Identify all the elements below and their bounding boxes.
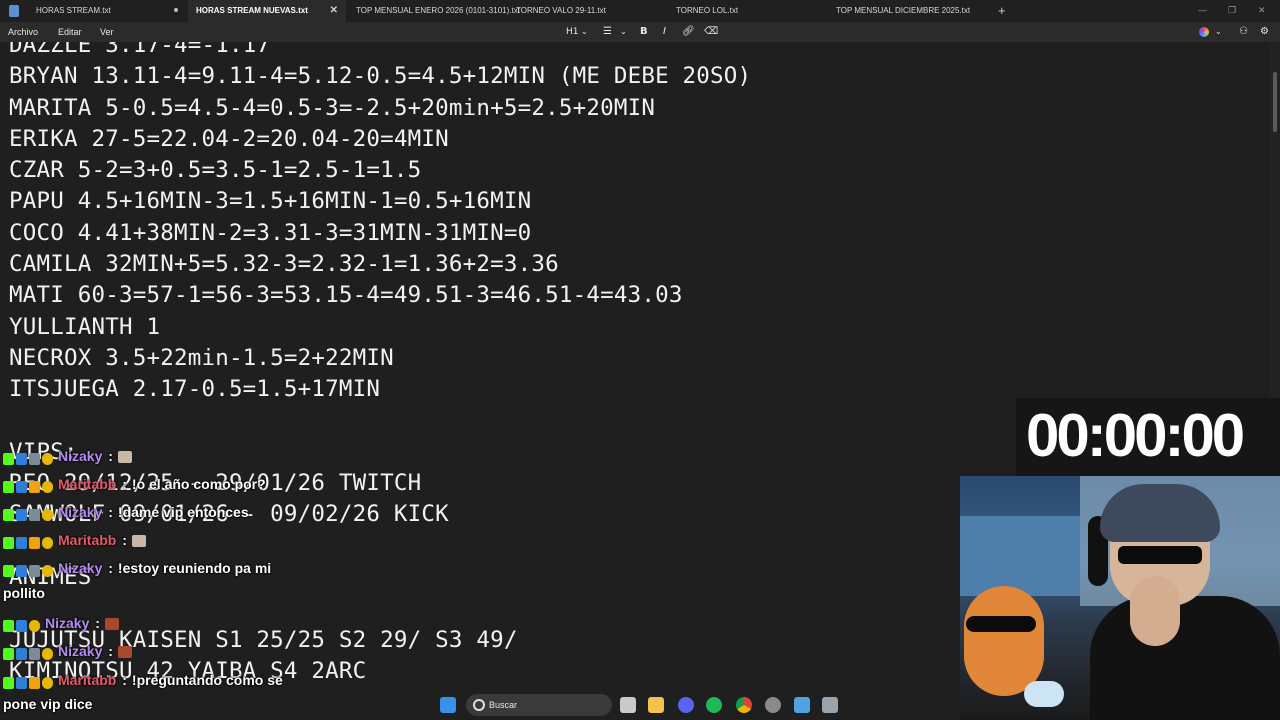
editor-line: ERIKA 27-5=22.04-2=20.04-20=4MIN	[9, 125, 449, 152]
editor-content: DAZZLE 3.17-4=-1.17 BRYAN 13.11-4=9.11-4=…	[9, 42, 751, 687]
tab-torneo-lol[interactable]: TORNEO LOL.txt	[668, 0, 828, 22]
editor-line: MATI 60-3=57-1=56-3=53.15-4=49.51-3=46.5…	[9, 282, 683, 309]
streamer-body	[1090, 596, 1280, 720]
sunglasses	[1118, 546, 1202, 564]
editor-line: REO 29/12/25 - 29/01/26 TWITCH	[9, 470, 422, 497]
streamer-hand	[1130, 576, 1180, 646]
chevron-down-icon[interactable]: ⌄	[581, 22, 588, 42]
notepad-app-icon	[9, 5, 19, 17]
editor-line: ANIMES	[9, 564, 92, 591]
streamer-hair	[1100, 484, 1220, 542]
editor-line	[9, 406, 751, 437]
list-icon[interactable]: ☰	[603, 22, 612, 42]
computer-mouse	[1024, 681, 1064, 707]
editor-line: COCO 4.41+38MIN-2=3.31-3=31MIN-31MIN=0	[9, 219, 532, 246]
editor-line: CZAR 5-2=3+0.5=3.5-1=2.5-1=1.5	[9, 157, 422, 184]
editor-line: VIPS:	[9, 438, 78, 465]
editor-line: SAMWOLF 09/01/26 - 09/02/26 KICK	[9, 501, 449, 528]
menu-bar: Archivo Editar Ver H1 ⌄ ☰ ⌄ B I 🔗︎ ⌫ ⌄ ⚇…	[0, 22, 1280, 42]
taskbar	[430, 690, 960, 720]
menu-archivo[interactable]: Archivo	[8, 22, 38, 42]
tab-label: TOP MENSUAL DICIEMBRE 2025.txt	[836, 6, 971, 15]
copilot-icon[interactable]	[1199, 27, 1209, 37]
settings-gear-icon[interactable]: ⚙	[1260, 22, 1269, 42]
editor-line: NECROX 3.5+22min-1.5=2+22MIN	[9, 344, 394, 371]
scroll-thumb[interactable]	[1273, 72, 1277, 132]
tab-bar: HORAS STREAM.txt HORAS STREAM NUEVAS.txt…	[0, 0, 1280, 22]
plush-toy	[964, 586, 1044, 696]
chevron-down-icon[interactable]: ⌄	[1215, 22, 1222, 42]
editor-line	[9, 593, 751, 624]
tab-torneo-valo[interactable]: TORNEO VALO 29-11.txt	[508, 0, 668, 22]
chrome-icon[interactable]	[736, 697, 752, 713]
calculator-icon[interactable]	[822, 697, 838, 713]
editor-line	[9, 531, 751, 562]
tab-horas-stream[interactable]: HORAS STREAM.txt	[28, 0, 188, 22]
stream-timer: 00:00:00	[1026, 402, 1245, 469]
menu-editar[interactable]: Editar	[58, 22, 82, 42]
close-window-icon[interactable]: ✕	[1258, 0, 1266, 22]
heading-dropdown[interactable]: H1	[566, 22, 579, 42]
notepad-icon[interactable]	[794, 697, 810, 713]
editor-line: YULLIANTH 1	[9, 313, 161, 340]
bold-button[interactable]: B	[640, 22, 648, 42]
editor-line: MARITA 5-0.5=4.5-4=0.5-3=-2.5+20min+5=2.…	[9, 94, 656, 121]
tab-top-mensual-enero[interactable]: TOP MENSUAL ENERO 2026 (0101-3101).txt	[348, 0, 520, 22]
obs-icon[interactable]	[765, 697, 781, 713]
task-view-icon[interactable]	[620, 697, 636, 713]
menu-ver[interactable]: Ver	[100, 22, 114, 42]
clear-format-icon[interactable]: ⌫	[704, 22, 718, 42]
tab-label: HORAS STREAM NUEVAS.txt	[196, 6, 308, 15]
editor-line: PAPU 4.5+16MIN-3=1.5+16MIN-1=0.5+16MIN	[9, 188, 532, 215]
tab-label: TORNEO LOL.txt	[676, 6, 739, 15]
close-tab-icon[interactable]: ✕	[330, 0, 338, 22]
maximize-icon[interactable]: ❐	[1228, 0, 1236, 22]
discord-icon[interactable]	[678, 697, 694, 713]
tab-label: TORNEO VALO 29-11.txt	[516, 6, 606, 15]
minimize-icon[interactable]: —	[1198, 0, 1207, 22]
editor-line: JUJUTSU KAISEN S1 25/25 S2 29/ S3 49/	[9, 626, 518, 653]
editor-line: CAMILA 32MIN+5=5.32-3=2.32-1=1.36+2=3.36	[9, 251, 559, 278]
tab-label: TOP MENSUAL ENERO 2026 (0101-3101).txt	[356, 6, 520, 15]
chevron-down-icon[interactable]: ⌄	[620, 22, 627, 42]
spotify-icon[interactable]	[706, 697, 722, 713]
editor-line: ITSJUEGA 2.17-0.5=1.5+17MIN	[9, 376, 381, 403]
tab-label: HORAS STREAM.txt	[36, 6, 111, 15]
account-icon[interactable]: ⚇	[1239, 22, 1248, 42]
tab-horas-stream-nuevas[interactable]: HORAS STREAM NUEVAS.txt ✕	[188, 0, 346, 22]
editor-line: KIMINOTSU 42 YAIBA S4 2ARC	[9, 657, 367, 684]
link-icon[interactable]: 🔗︎	[682, 22, 695, 42]
webcam-feed	[960, 476, 1280, 720]
plush-sunglasses	[966, 616, 1036, 632]
tab-top-mensual-diciembre[interactable]: TOP MENSUAL DICIEMBRE 2025.txt	[828, 0, 988, 22]
file-explorer-icon[interactable]	[648, 697, 664, 713]
editor-line: BRYAN 13.11-4=9.11-4=5.12-0.5=4.5+12MIN …	[9, 63, 752, 90]
editor-line: DAZZLE 3.17-4=-1.17	[9, 42, 271, 58]
unsaved-dot-icon	[174, 8, 178, 12]
windows-start-icon[interactable]	[440, 697, 456, 713]
shelf-background	[960, 516, 1080, 596]
italic-button[interactable]: I	[663, 22, 666, 42]
new-tab-button[interactable]: +	[998, 0, 1006, 22]
